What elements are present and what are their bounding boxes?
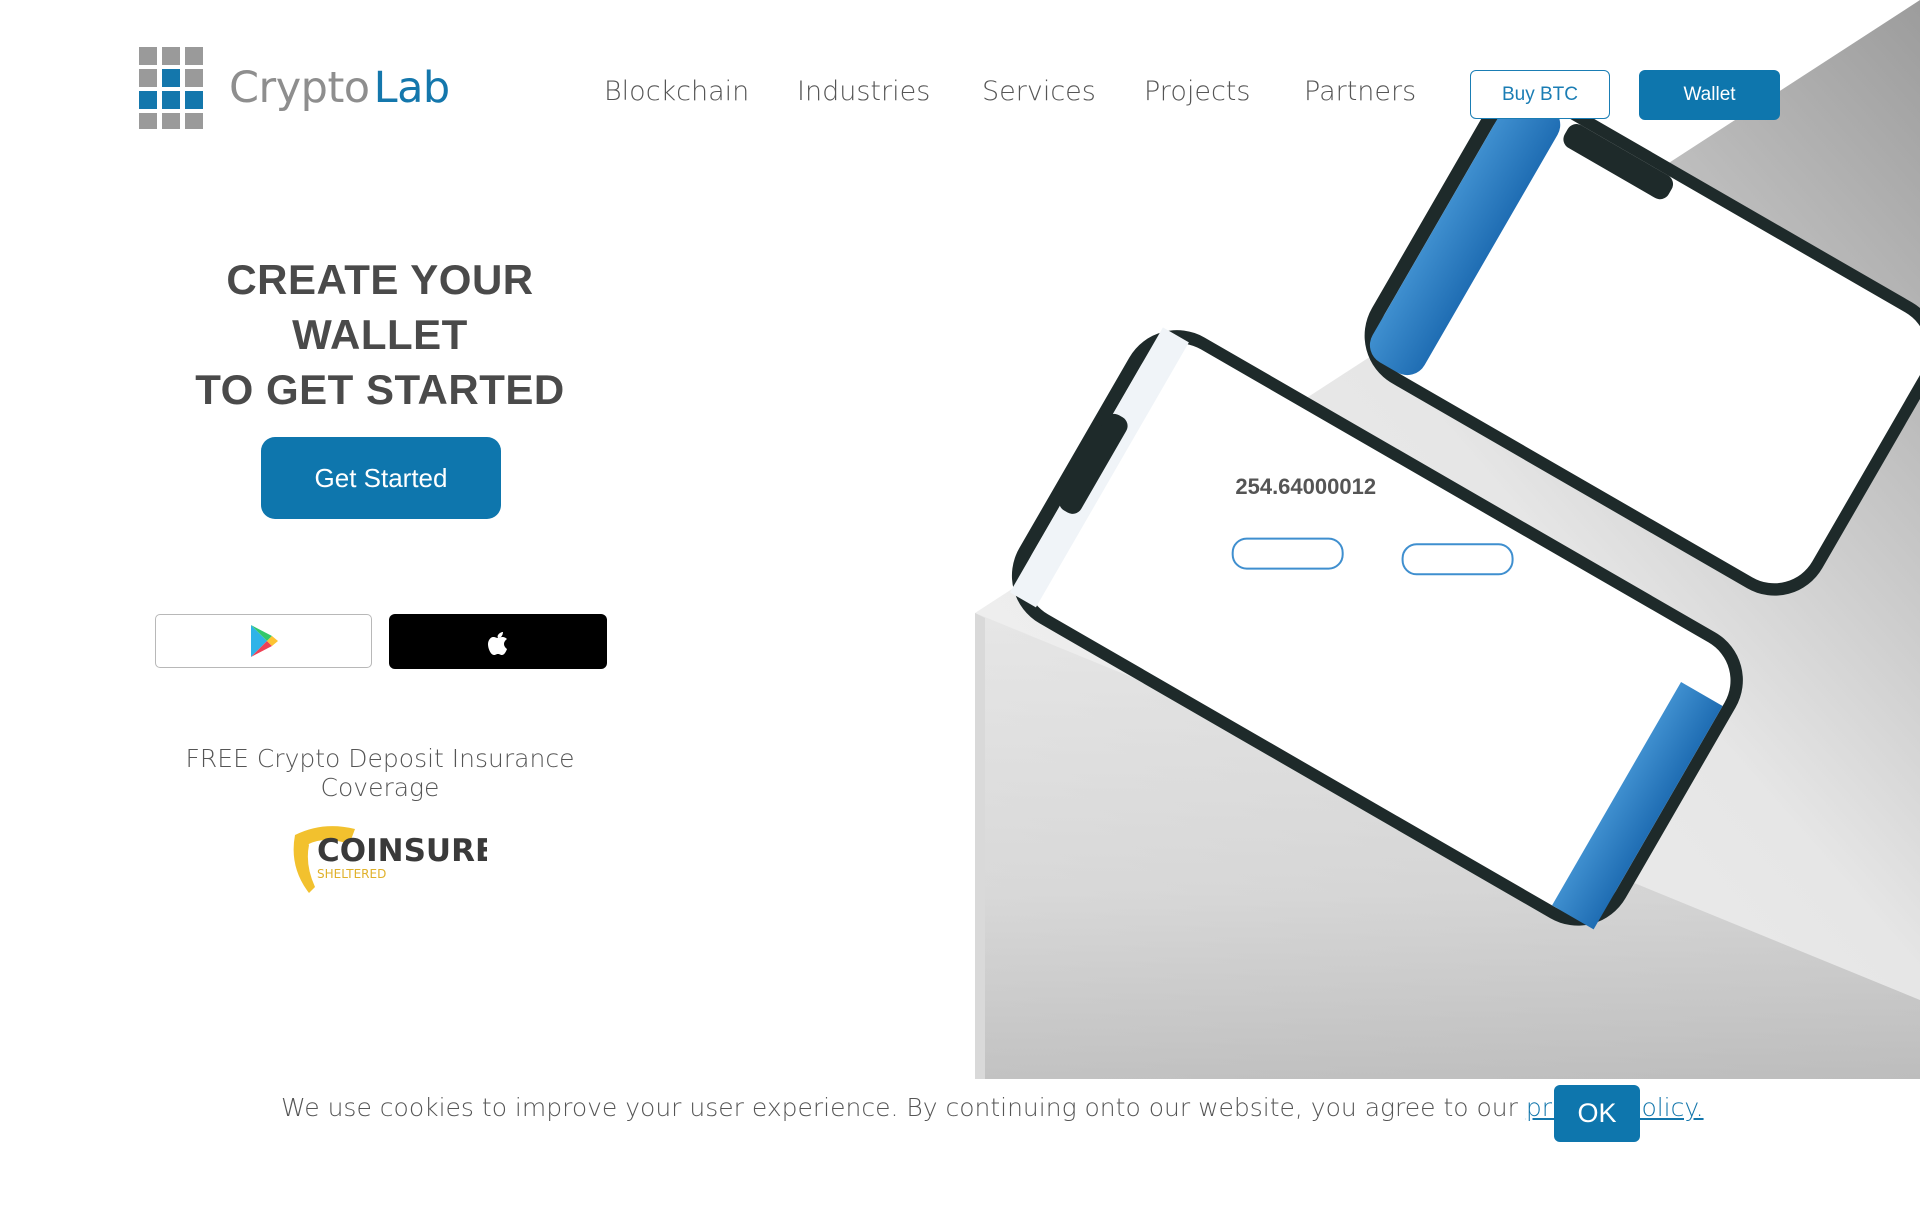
cookie-text: We use cookies to improve your user expe… <box>281 1093 1526 1122</box>
coinsure-shield-icon: COINSURE SHELTERED <box>293 826 496 893</box>
brand-logo[interactable]: CryptoLab <box>139 47 450 129</box>
app-store-button[interactable] <box>389 614 607 669</box>
brand-name-part1: Crypto <box>229 63 370 113</box>
headline-line-1: CREATE YOUR WALLET <box>226 256 534 358</box>
nav-projects[interactable]: Projects <box>1144 76 1250 107</box>
wallet-button[interactable]: Wallet <box>1639 70 1780 120</box>
hero-headline: CREATE YOUR WALLET TO GET STARTED <box>140 252 620 417</box>
coinsure-sub: SHELTERED <box>317 867 386 881</box>
nav-industries[interactable]: Industries <box>797 76 930 107</box>
apple-icon <box>488 631 507 655</box>
hero-illustration: 254.64000012 <box>975 0 1920 1080</box>
get-started-button[interactable]: Get Started <box>261 437 501 519</box>
google-play-icon <box>250 625 278 657</box>
nav-services[interactable]: Services <box>982 76 1096 107</box>
front-balance: 254.64000012 <box>1235 474 1376 499</box>
google-play-button[interactable] <box>155 614 372 668</box>
headline-line-2: TO GET STARTED <box>195 366 565 413</box>
cookie-message: We use cookies to improve your user expe… <box>281 1093 1704 1122</box>
brand-name-part2: Lab <box>373 63 451 113</box>
logo-grid-icon <box>139 47 203 129</box>
coinsure-title: COINSURE <box>317 833 487 869</box>
buy-btc-button[interactable]: Buy BTC <box>1470 70 1610 119</box>
insurance-text: FREE Crypto Deposit Insurance Coverage <box>185 744 575 802</box>
nav-partners[interactable]: Partners <box>1304 76 1416 107</box>
brand-name: CryptoLab <box>229 63 450 113</box>
nav-blockchain[interactable]: Blockchain <box>604 76 749 107</box>
cookie-ok-button[interactable]: OK <box>1554 1085 1640 1142</box>
coinsure-logo: COINSURE SHELTERED <box>287 815 496 895</box>
